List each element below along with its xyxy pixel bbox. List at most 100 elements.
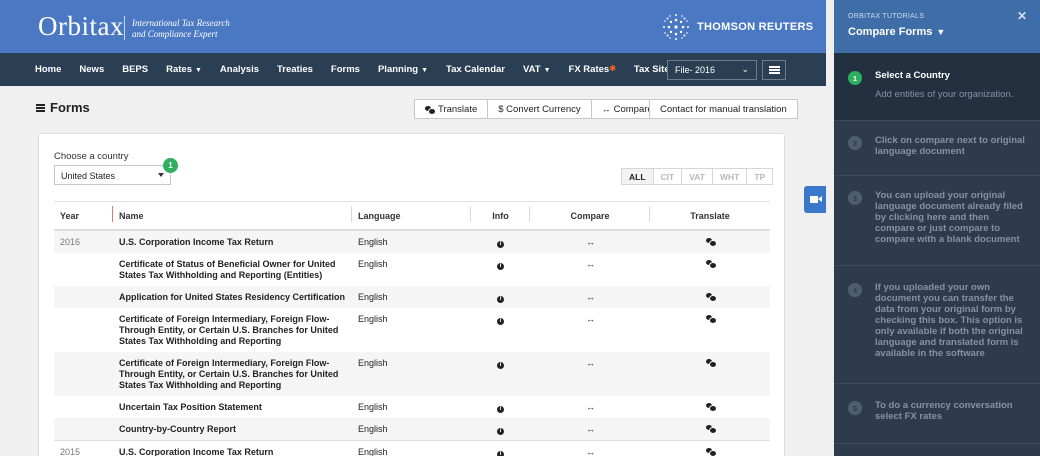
- orbitax-logo[interactable]: Orbitax: [38, 11, 124, 42]
- tutorial-step-2[interactable]: 2 Click on compare next to original lang…: [834, 121, 1040, 176]
- tutorial-step-3[interactable]: 3 You can upload your original language …: [834, 176, 1040, 266]
- nav-fx-rates[interactable]: FX Rates✱: [560, 64, 625, 75]
- nav-forms[interactable]: Forms: [322, 64, 369, 75]
- filter-vat[interactable]: VAT: [682, 168, 713, 185]
- translate-row-button[interactable]: [650, 259, 770, 281]
- translate-row-button[interactable]: [650, 314, 770, 347]
- step-number-3: 3: [848, 191, 862, 205]
- nav-home[interactable]: Home: [26, 64, 70, 75]
- row-language: English: [358, 424, 388, 434]
- column-compare[interactable]: Compare: [530, 205, 650, 222]
- row-year: [54, 259, 113, 281]
- translate-button[interactable]: Translate: [414, 99, 489, 119]
- step-1-title: Select a Country: [875, 70, 950, 81]
- tutorial-step-5[interactable]: 5 To do a currency conversation select F…: [834, 384, 1040, 444]
- translate-row-button[interactable]: [650, 447, 770, 456]
- contact-translation-button[interactable]: Contact for manual translation: [649, 99, 798, 119]
- row-language: English: [358, 447, 388, 456]
- info-button[interactable]: i: [471, 259, 530, 281]
- row-form-name[interactable]: U.S. Corporation Income Tax Return: [113, 447, 352, 456]
- row-form-name[interactable]: Application for United States Residency …: [113, 292, 352, 303]
- compare-row-button[interactable]: ↔: [530, 424, 650, 435]
- compare-row-button[interactable]: ↔: [530, 292, 650, 303]
- info-icon: i: [497, 428, 504, 435]
- row-form-name[interactable]: Uncertain Tax Position Statement: [113, 402, 352, 413]
- compare-row-button[interactable]: ↔: [530, 237, 650, 248]
- translate-row-button[interactable]: [650, 292, 770, 303]
- step-2-text: Click on compare next to original langua…: [875, 135, 1025, 157]
- compare-row-button[interactable]: ↔: [530, 447, 650, 456]
- nav-news[interactable]: News: [70, 64, 113, 75]
- table-row: Certificate of Foreign Intermediary, For…: [54, 352, 770, 396]
- compare-row-button[interactable]: ↔: [530, 314, 650, 347]
- row-form-name[interactable]: Certificate of Status of Beneficial Owne…: [113, 259, 352, 281]
- column-year[interactable]: Year: [54, 205, 113, 222]
- compare-row-button[interactable]: ↔: [530, 358, 650, 391]
- video-tutorial-tab[interactable]: [804, 186, 826, 213]
- nav-home-label: Home: [35, 64, 62, 75]
- column-info[interactable]: Info: [471, 205, 530, 222]
- column-translate[interactable]: Translate: [650, 211, 770, 221]
- translate-row-button[interactable]: [650, 402, 770, 413]
- info-button[interactable]: i: [471, 292, 530, 303]
- convert-currency-button[interactable]: $ Convert Currency: [488, 99, 592, 119]
- compare-row-button[interactable]: ↔: [530, 259, 650, 281]
- row-year: [54, 292, 113, 303]
- nav-analysis[interactable]: Analysis: [211, 64, 268, 75]
- nav-planning[interactable]: Planning ▼: [369, 64, 437, 75]
- star-icon: ✱: [609, 64, 616, 73]
- file-year-select[interactable]: File- 2016 ⌄: [667, 60, 757, 80]
- translate-row-button[interactable]: [650, 237, 770, 248]
- nav-rates[interactable]: Rates ▼: [157, 64, 211, 75]
- translate-row-button[interactable]: [650, 424, 770, 435]
- info-button[interactable]: i: [471, 358, 530, 391]
- step-number-1: 1: [848, 71, 862, 85]
- row-form-name[interactable]: Certificate of Foreign Intermediary, For…: [113, 314, 352, 347]
- table-row: Uncertain Tax Position Statement English…: [54, 396, 770, 418]
- tutorial-panel-header: ORBITAX TUTORIALS Compare Forms ▼ ✕: [834, 0, 1040, 53]
- table-header: Year Name Language Info Compare Translat…: [54, 201, 770, 231]
- nav-treaties[interactable]: Treaties: [268, 64, 322, 75]
- nav-vat-label: VAT: [523, 64, 541, 75]
- nav-tax-calendar[interactable]: Tax Calendar: [437, 64, 514, 75]
- thomson-reuters-label: THOMSON REUTERS: [697, 21, 814, 33]
- compare-button-label: Compare: [613, 103, 653, 115]
- column-language[interactable]: Language: [352, 205, 471, 222]
- tutorial-step-1[interactable]: 1 Select a Country Add entities of your …: [834, 53, 1040, 121]
- filter-tp[interactable]: TP: [747, 168, 774, 185]
- country-select[interactable]: United States: [54, 165, 171, 185]
- info-button[interactable]: i: [471, 402, 530, 413]
- filter-wht[interactable]: WHT: [712, 168, 748, 185]
- info-button[interactable]: i: [471, 447, 530, 456]
- row-form-name[interactable]: U.S. Corporation Income Tax Return: [113, 237, 352, 248]
- filter-all[interactable]: ALL: [621, 168, 654, 185]
- info-button[interactable]: i: [471, 314, 530, 347]
- arrows-horizontal-icon: ↔: [586, 424, 595, 434]
- chat-icon: [705, 448, 717, 456]
- nav-tax-calendar-label: Tax Calendar: [446, 64, 505, 75]
- row-language: English: [358, 292, 388, 302]
- hamburger-menu-button[interactable]: [762, 60, 786, 80]
- nav-vat[interactable]: VAT ▼: [514, 64, 560, 75]
- tutorial-title-dropdown[interactable]: Compare Forms ▼: [848, 26, 945, 38]
- filter-cit[interactable]: CIT: [653, 168, 683, 185]
- step-number-5: 5: [848, 401, 862, 415]
- row-language: English: [358, 237, 388, 247]
- row-form-name[interactable]: Country-by-Country Report: [113, 424, 352, 435]
- row-form-name[interactable]: Certificate of Foreign Intermediary, For…: [113, 358, 352, 391]
- nav-beps[interactable]: BEPS: [113, 64, 157, 75]
- tutorial-step-4[interactable]: 4 If you uploaded your own document you …: [834, 266, 1040, 384]
- compare-row-button[interactable]: ↔: [530, 402, 650, 413]
- close-icon[interactable]: ✕: [1017, 9, 1027, 23]
- info-button[interactable]: i: [471, 424, 530, 435]
- tagline-line-1: International Tax Research: [132, 18, 230, 28]
- info-button[interactable]: i: [471, 237, 530, 248]
- caret-down-icon: ▼: [421, 67, 429, 74]
- step-number-2: 2: [848, 136, 862, 150]
- convert-currency-button-label: $ Convert Currency: [498, 103, 581, 115]
- info-icon: i: [497, 362, 504, 369]
- translate-row-button[interactable]: [650, 358, 770, 391]
- nav-analysis-label: Analysis: [219, 64, 259, 75]
- tutorial-panel-label: ORBITAX TUTORIALS: [848, 13, 925, 20]
- column-name[interactable]: Name: [113, 205, 352, 222]
